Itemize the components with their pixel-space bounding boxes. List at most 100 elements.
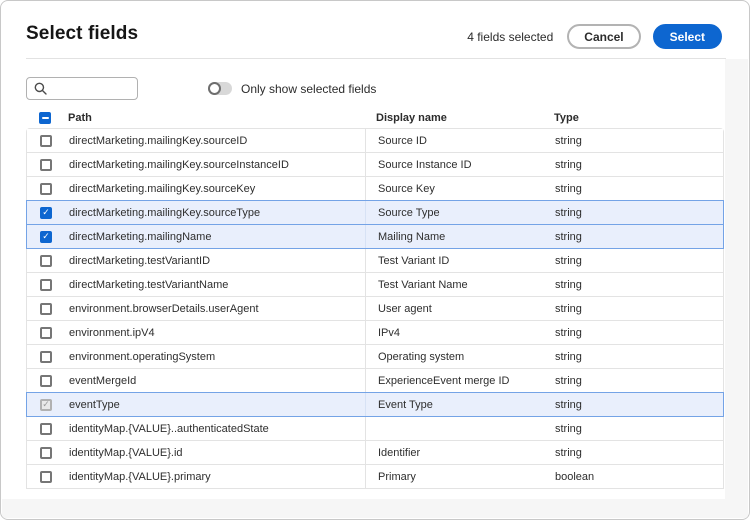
- table-row[interactable]: directMarketing.testVariantName Test Var…: [26, 272, 724, 297]
- row-type: string: [555, 423, 723, 435]
- row-checkbox[interactable]: [40, 399, 52, 411]
- row-checkbox[interactable]: [40, 159, 52, 171]
- row-checkbox-cell: [27, 279, 69, 291]
- search-icon: [34, 82, 47, 95]
- row-type: string: [555, 231, 723, 243]
- table-row[interactable]: environment.browserDetails.userAgent Use…: [26, 296, 724, 321]
- row-path: directMarketing.mailingName: [69, 231, 365, 243]
- row-path: directMarketing.mailingKey.sourceKey: [69, 183, 365, 195]
- header-checkbox-cell: [26, 112, 68, 124]
- table-row[interactable]: identityMap.{VALUE}.primary Primary bool…: [26, 464, 724, 489]
- row-checkbox[interactable]: [40, 135, 52, 147]
- row-type: string: [555, 375, 723, 387]
- row-checkbox-cell: [27, 135, 69, 147]
- row-checkbox-cell: [27, 423, 69, 435]
- row-checkbox[interactable]: [40, 255, 52, 267]
- row-checkbox-cell: [27, 399, 69, 411]
- row-display-name: Operating system: [365, 345, 555, 368]
- row-path: identityMap.{VALUE}.primary: [69, 471, 365, 483]
- row-type: string: [555, 255, 723, 267]
- row-display-name: Identifier: [365, 441, 555, 464]
- column-header-display-name: Display name: [364, 107, 554, 128]
- row-path: environment.browserDetails.userAgent: [69, 303, 365, 315]
- select-button[interactable]: Select: [653, 24, 722, 49]
- row-display-name: Primary: [365, 465, 555, 488]
- table-row[interactable]: identityMap.{VALUE}..authenticatedState …: [26, 416, 724, 441]
- row-path: eventMergeId: [69, 375, 365, 387]
- row-type: string: [555, 327, 723, 339]
- toggle-label: Only show selected fields: [241, 82, 376, 96]
- only-selected-toggle-group: Only show selected fields: [208, 77, 376, 100]
- row-checkbox[interactable]: [40, 351, 52, 363]
- table-row[interactable]: directMarketing.mailingKey.sourceInstanc…: [26, 152, 724, 177]
- row-type: string: [555, 207, 723, 219]
- row-display-name: [365, 417, 555, 440]
- row-path: identityMap.{VALUE}..authenticatedState: [69, 423, 365, 435]
- row-checkbox-cell: [27, 351, 69, 363]
- table-row[interactable]: eventMergeId ExperienceEvent merge ID st…: [26, 368, 724, 393]
- row-display-name: Test Variant ID: [365, 249, 555, 272]
- search-input[interactable]: [47, 78, 137, 99]
- row-display-name: IPv4: [365, 321, 555, 344]
- row-checkbox[interactable]: [40, 375, 52, 387]
- column-header-path: Path: [68, 112, 364, 124]
- select-all-checkbox[interactable]: [39, 112, 51, 124]
- row-checkbox[interactable]: [40, 183, 52, 195]
- table-row[interactable]: identityMap.{VALUE}.id Identifier string: [26, 440, 724, 465]
- table-body: directMarketing.mailingKey.sourceID Sour…: [26, 128, 724, 498]
- row-checkbox-cell: [27, 327, 69, 339]
- row-checkbox[interactable]: [40, 471, 52, 483]
- row-checkbox[interactable]: [40, 279, 52, 291]
- row-path: eventType: [69, 399, 365, 411]
- row-checkbox[interactable]: [40, 327, 52, 339]
- table-row[interactable]: directMarketing.mailingName Mailing Name…: [26, 224, 724, 249]
- row-display-name: Test Variant Name: [365, 273, 555, 296]
- row-checkbox[interactable]: [40, 447, 52, 459]
- row-checkbox-cell: [27, 207, 69, 219]
- row-path: directMarketing.mailingKey.sourceInstanc…: [69, 159, 365, 171]
- row-path: directMarketing.testVariantName: [69, 279, 365, 291]
- dialog-title: Select fields: [26, 23, 138, 45]
- row-path: directMarketing.testVariantID: [69, 255, 365, 267]
- row-checkbox[interactable]: [40, 231, 52, 243]
- row-type: string: [555, 183, 723, 195]
- row-display-name: Source ID: [365, 129, 555, 152]
- row-checkbox[interactable]: [40, 423, 52, 435]
- table-row[interactable]: directMarketing.mailingKey.sourceID Sour…: [26, 128, 724, 153]
- row-type: boolean: [555, 471, 723, 483]
- table-header: Path Display name Type: [26, 107, 724, 128]
- row-checkbox-cell: [27, 375, 69, 387]
- select-fields-dialog: Select fields 4 fields selected Cancel S…: [0, 0, 750, 520]
- row-display-name: ExperienceEvent merge ID: [365, 369, 555, 392]
- row-display-name: Source Key: [365, 177, 555, 200]
- row-checkbox-cell: [27, 231, 69, 243]
- cancel-button[interactable]: Cancel: [567, 24, 640, 49]
- row-checkbox-cell: [27, 303, 69, 315]
- table-row[interactable]: environment.ipV4 IPv4 string: [26, 320, 724, 345]
- row-type: string: [555, 351, 723, 363]
- table-row[interactable]: eventType Event Type string: [26, 392, 724, 417]
- search-box[interactable]: [26, 77, 138, 100]
- row-checkbox-cell: [27, 255, 69, 267]
- row-checkbox-cell: [27, 159, 69, 171]
- row-type: string: [555, 399, 723, 411]
- row-checkbox[interactable]: [40, 207, 52, 219]
- toggle-knob: [208, 82, 221, 95]
- table-row[interactable]: directMarketing.mailingKey.sourceType So…: [26, 200, 724, 225]
- row-display-name: Source Type: [365, 201, 555, 224]
- row-type: string: [555, 159, 723, 171]
- table-row[interactable]: environment.operatingSystem Operating sy…: [26, 344, 724, 369]
- row-type: string: [555, 135, 723, 147]
- column-header-type: Type: [554, 112, 724, 124]
- table-row[interactable]: directMarketing.testVariantID Test Varia…: [26, 248, 724, 273]
- row-path: environment.operatingSystem: [69, 351, 365, 363]
- scroll-gutter-bottom: [2, 499, 748, 518]
- table-row[interactable]: directMarketing.mailingKey.sourceKey Sou…: [26, 176, 724, 201]
- scroll-gutter-right: [725, 59, 748, 518]
- row-path: directMarketing.mailingKey.sourceID: [69, 135, 365, 147]
- row-display-name: Source Instance ID: [365, 153, 555, 176]
- row-checkbox-cell: [27, 471, 69, 483]
- row-checkbox[interactable]: [40, 303, 52, 315]
- row-type: string: [555, 279, 723, 291]
- only-selected-toggle[interactable]: [208, 82, 232, 95]
